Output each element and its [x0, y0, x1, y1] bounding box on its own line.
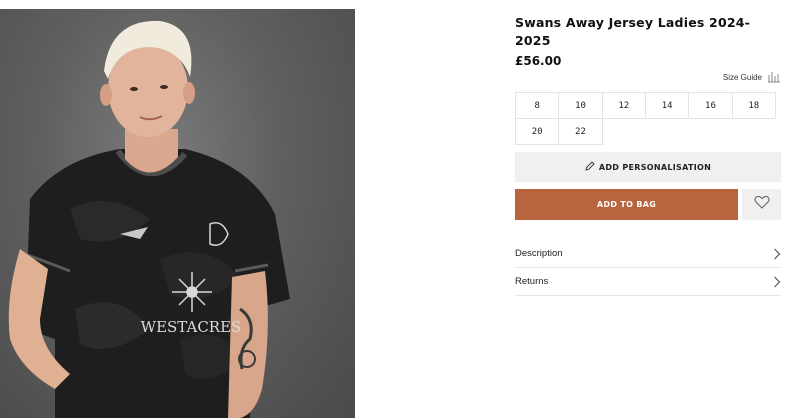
returns-label: Returns — [515, 276, 549, 287]
size-row: 8 10 12 14 16 18 — [515, 92, 781, 119]
chevron-right-icon — [773, 248, 781, 260]
wishlist-button[interactable] — [742, 189, 781, 220]
chevron-right-icon — [773, 276, 781, 288]
product-title: Swans Away Jersey Ladies 2024-2025 — [515, 15, 751, 48]
add-personalisation-button[interactable]: ADD PERSONALISATION — [515, 152, 781, 182]
size-option[interactable]: 22 — [558, 118, 603, 145]
size-option[interactable]: 16 — [688, 92, 733, 119]
ruler-icon — [767, 71, 781, 83]
product-price: £56.00 — [515, 54, 562, 68]
size-guide-link[interactable]: Size Guide — [723, 71, 781, 83]
product-info: Swans Away Jersey Ladies 2024-2025 £56.0… — [515, 14, 781, 296]
size-option[interactable]: 12 — [601, 92, 646, 119]
size-option[interactable]: 18 — [731, 92, 776, 119]
size-option[interactable]: 20 — [515, 118, 560, 145]
pencil-icon — [585, 161, 595, 173]
product-image: WESTACRES — [0, 9, 355, 418]
description-accordion-toggle[interactable]: Description — [515, 240, 781, 268]
size-guide-label: Size Guide — [722, 72, 762, 82]
add-to-bag-label: ADD TO BAG — [596, 200, 657, 209]
shirt-sponsor-text: WESTACRES — [141, 318, 242, 336]
size-row: 20 22 — [515, 118, 781, 145]
description-label: Description — [515, 248, 563, 259]
size-selector: 8 10 12 14 16 18 20 22 — [515, 92, 781, 145]
add-personalisation-label: ADD PERSONALISATION — [598, 162, 712, 172]
size-option[interactable]: 14 — [644, 92, 690, 119]
returns-accordion-toggle[interactable]: Returns — [515, 268, 781, 296]
add-to-bag-button[interactable]: ADD TO BAG — [515, 189, 738, 220]
product-details-accordion: Description Returns — [515, 240, 781, 296]
size-option[interactable]: 8 — [515, 92, 560, 119]
size-option[interactable]: 10 — [558, 92, 603, 119]
heart-icon — [753, 195, 770, 214]
